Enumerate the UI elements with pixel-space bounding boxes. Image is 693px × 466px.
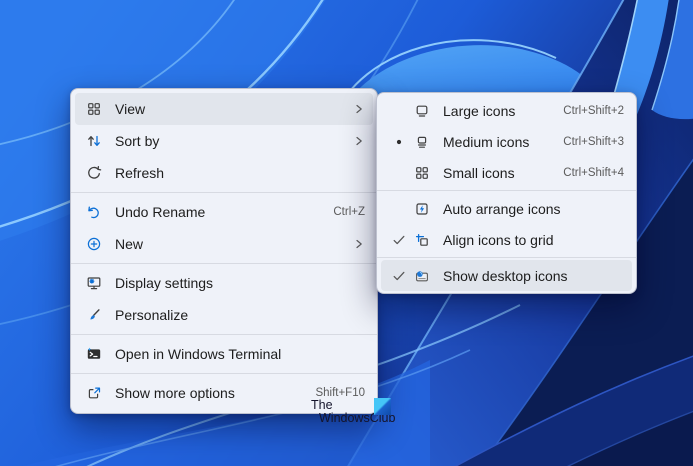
refresh-icon	[85, 165, 103, 181]
display-settings-icon	[85, 275, 103, 291]
submenu-item-show-desktop-icons[interactable]: Show desktop icons	[381, 260, 632, 291]
submenu-item-shortcut: Ctrl+Shift+2	[563, 104, 624, 117]
submenu-item-auto-arrange-icons[interactable]: Auto arrange icons	[381, 193, 632, 224]
desktop-context-menu: View Sort by Refresh Undo Rename Ctrl+Z …	[70, 88, 378, 414]
menu-item-refresh[interactable]: Refresh	[75, 157, 373, 189]
menu-item-sort-by[interactable]: Sort by	[75, 125, 373, 157]
menu-separator	[71, 373, 377, 374]
terminal-icon	[85, 346, 103, 362]
view-submenu: Large icons Ctrl+Shift+2 Medium icons Ct…	[376, 92, 637, 294]
personalize-brush-icon	[85, 307, 103, 323]
checkmark-icon	[391, 269, 407, 283]
show-more-options-icon	[85, 385, 103, 401]
submenu-item-label: Align icons to grid	[443, 231, 554, 248]
small-icons-icon	[413, 165, 431, 181]
menu-item-display-settings[interactable]: Display settings	[75, 267, 373, 299]
menu-separator	[71, 192, 377, 193]
submenu-item-align-icons-to-grid[interactable]: Align icons to grid	[381, 224, 632, 255]
menu-separator	[71, 334, 377, 335]
submenu-item-label: Auto arrange icons	[443, 200, 561, 217]
menu-item-view[interactable]: View	[75, 93, 373, 125]
menu-item-personalize[interactable]: Personalize	[75, 299, 373, 331]
submenu-item-label: Show desktop icons	[443, 267, 568, 284]
menu-item-shortcut: Ctrl+Z	[333, 206, 365, 218]
menu-item-label: View	[115, 101, 146, 117]
auto-arrange-icon	[413, 201, 431, 217]
submenu-item-medium-icons[interactable]: Medium icons Ctrl+Shift+3	[381, 126, 632, 157]
undo-icon	[85, 204, 103, 220]
new-plus-icon	[85, 236, 103, 252]
radio-bullet-icon	[391, 135, 407, 149]
desktop: View Sort by Refresh Undo Rename Ctrl+Z …	[0, 0, 693, 466]
menu-item-label: Show more options	[115, 385, 235, 401]
large-icons-icon	[413, 103, 431, 119]
menu-item-label: Display settings	[115, 275, 214, 291]
chevron-right-icon	[353, 103, 365, 115]
checkmark-icon	[391, 233, 407, 247]
chevron-right-icon	[353, 135, 365, 147]
menu-separator	[71, 263, 377, 264]
submenu-item-shortcut: Ctrl+Shift+3	[563, 135, 624, 148]
show-desktop-icons-icon	[413, 268, 431, 284]
submenu-item-small-icons[interactable]: Small icons Ctrl+Shift+4	[381, 157, 632, 188]
menu-item-label: Refresh	[115, 165, 165, 181]
chevron-right-icon	[353, 238, 365, 250]
menu-item-undo-rename[interactable]: Undo Rename Ctrl+Z	[75, 196, 373, 228]
menu-item-new[interactable]: New	[75, 228, 373, 260]
menu-item-label: Sort by	[115, 133, 160, 149]
submenu-item-label: Medium icons	[443, 133, 530, 150]
submenu-item-label: Large icons	[443, 102, 516, 119]
windowsclub-logo-icon	[374, 398, 391, 415]
submenu-item-label: Small icons	[443, 164, 515, 181]
submenu-item-large-icons[interactable]: Large icons Ctrl+Shift+2	[381, 95, 632, 126]
menu-item-label: New	[115, 236, 144, 252]
submenu-item-shortcut: Ctrl+Shift+4	[563, 166, 624, 179]
menu-item-label: Personalize	[115, 307, 189, 323]
menu-item-label: Undo Rename	[115, 204, 206, 220]
menu-item-label: Open in Windows Terminal	[115, 346, 282, 362]
menu-item-open-windows-terminal[interactable]: Open in Windows Terminal	[75, 338, 373, 370]
view-grid-icon	[85, 101, 103, 117]
medium-icons-icon	[413, 134, 431, 150]
align-grid-icon	[413, 232, 431, 248]
sort-icon	[85, 133, 103, 149]
menu-separator	[377, 190, 636, 191]
menu-separator	[377, 257, 636, 258]
